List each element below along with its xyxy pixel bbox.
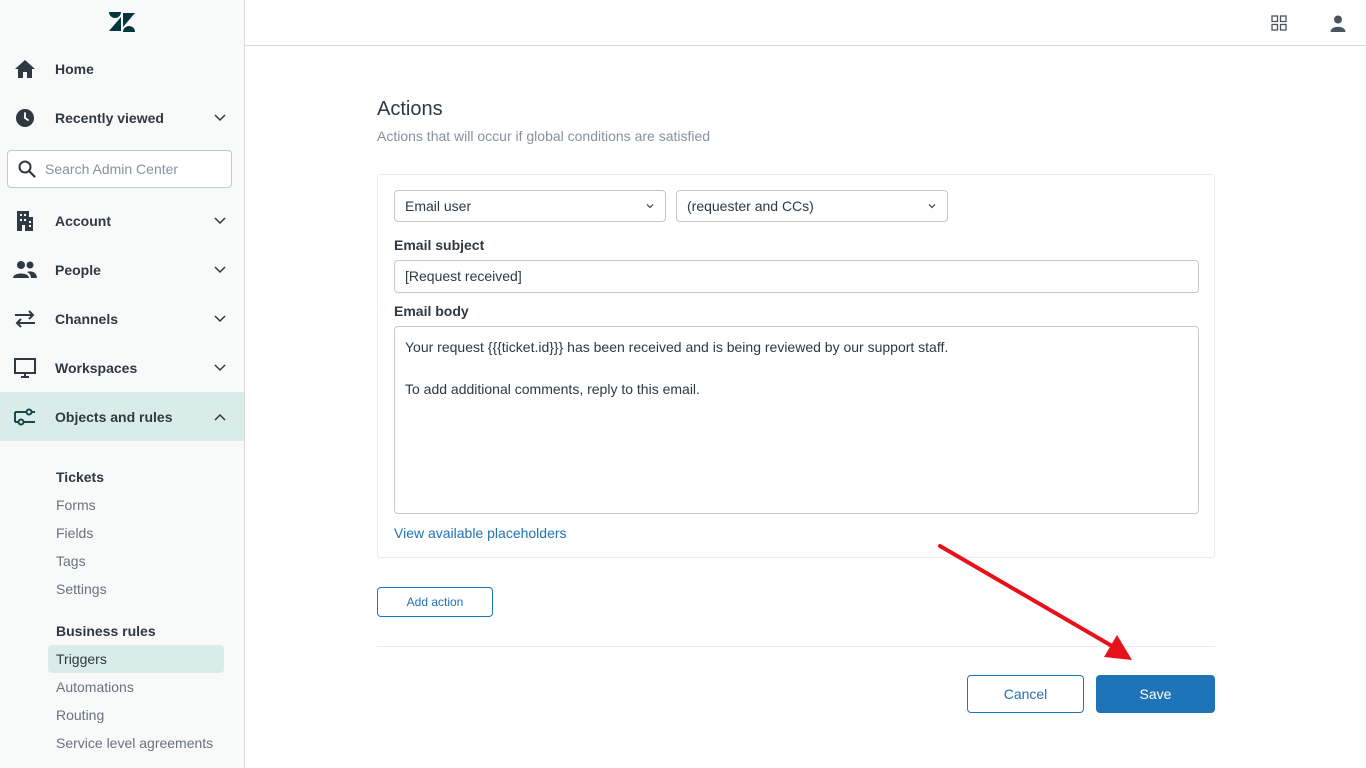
cancel-button[interactable]: Cancel	[967, 675, 1084, 713]
chevron-down-icon	[646, 204, 654, 209]
subnav-link-routing[interactable]: Routing	[56, 701, 244, 729]
nav-people[interactable]: People	[0, 245, 244, 294]
save-button[interactable]: Save	[1096, 675, 1215, 713]
search-icon	[18, 159, 38, 179]
view-placeholders-link[interactable]: View available placeholders	[394, 525, 567, 541]
chevron-down-icon	[214, 362, 226, 374]
home-icon	[12, 56, 38, 82]
subnav-link-settings[interactable]: Settings	[56, 575, 244, 603]
nav-channels-label: Channels	[55, 310, 119, 327]
clock-icon	[12, 105, 38, 131]
subnav-link-triggers[interactable]: Triggers	[48, 645, 224, 673]
chevron-up-icon	[214, 411, 226, 423]
monitor-icon	[12, 355, 38, 381]
section-subtitle: Actions that will occur if global condit…	[377, 128, 711, 144]
grid-icon[interactable]	[1267, 11, 1291, 35]
subnav-link-tags[interactable]: Tags	[56, 547, 244, 575]
action-type-select[interactable]: Email user	[394, 190, 666, 222]
objects-rules-icon	[12, 404, 38, 430]
email-body-line	[405, 358, 1188, 379]
arrows-icon	[12, 306, 38, 332]
nav-account[interactable]: Account	[0, 196, 244, 245]
recipient-value: (requester and CCs)	[687, 198, 814, 214]
action-panel: Email user (requester and CCs) Email sub…	[377, 174, 1215, 558]
subnav-heading-business-rules: Business rules	[56, 623, 156, 639]
subnav-heading-tickets: Tickets	[56, 469, 104, 485]
logo[interactable]	[0, 0, 244, 44]
nav-account-label: Account	[55, 212, 111, 229]
user-icon[interactable]	[1326, 11, 1350, 35]
nav-recently-viewed[interactable]: Recently viewed	[0, 93, 244, 142]
nav-home[interactable]: Home	[0, 44, 244, 93]
chevron-down-icon	[214, 215, 226, 227]
email-subject-field[interactable]: [Request received]	[394, 260, 1199, 293]
add-action-button[interactable]: Add action	[377, 587, 493, 617]
nav-home-label: Home	[55, 60, 94, 77]
chevron-down-icon	[214, 313, 226, 325]
chevron-down-icon	[214, 264, 226, 276]
email-body-label: Email body	[394, 303, 469, 319]
zendesk-logo-icon	[109, 12, 135, 32]
chevron-down-icon	[928, 204, 936, 209]
people-icon	[12, 257, 38, 283]
recipient-select[interactable]: (requester and CCs)	[676, 190, 948, 222]
subnav-link-automations[interactable]: Automations	[56, 673, 244, 701]
divider	[377, 646, 1215, 647]
sidebar: Home Recently viewed Account People	[0, 0, 245, 768]
subnav-link-forms[interactable]: Forms	[56, 491, 244, 519]
nav-channels[interactable]: Channels	[0, 294, 244, 343]
chevron-down-icon	[214, 112, 226, 124]
search-input[interactable]	[45, 161, 215, 177]
building-icon	[12, 208, 38, 234]
email-subject-label: Email subject	[394, 237, 485, 253]
nav-workspaces[interactable]: Workspaces	[0, 343, 244, 392]
top-bar	[245, 0, 1366, 46]
email-body-line: To add additional comments, reply to thi…	[405, 381, 700, 397]
nav-objects-and-rules-label: Objects and rules	[55, 408, 173, 425]
subnav-link-fields[interactable]: Fields	[56, 519, 244, 547]
search-admin-center[interactable]	[7, 150, 232, 188]
email-body-line: Your request {{{ticket.id}}} has been re…	[405, 339, 949, 355]
action-type-value: Email user	[405, 198, 472, 214]
nav-workspaces-label: Workspaces	[55, 359, 138, 376]
nav-objects-and-rules[interactable]: Objects and rules	[0, 392, 244, 441]
email-body-field[interactable]: Your request {{{ticket.id}}} has been re…	[394, 326, 1199, 514]
subnav-link-slas[interactable]: Service level agreements	[56, 729, 244, 757]
section-title: Actions	[377, 98, 443, 120]
nav-recently-viewed-label: Recently viewed	[55, 109, 164, 126]
email-subject-value: [Request received]	[405, 268, 522, 284]
nav-people-label: People	[55, 261, 101, 278]
